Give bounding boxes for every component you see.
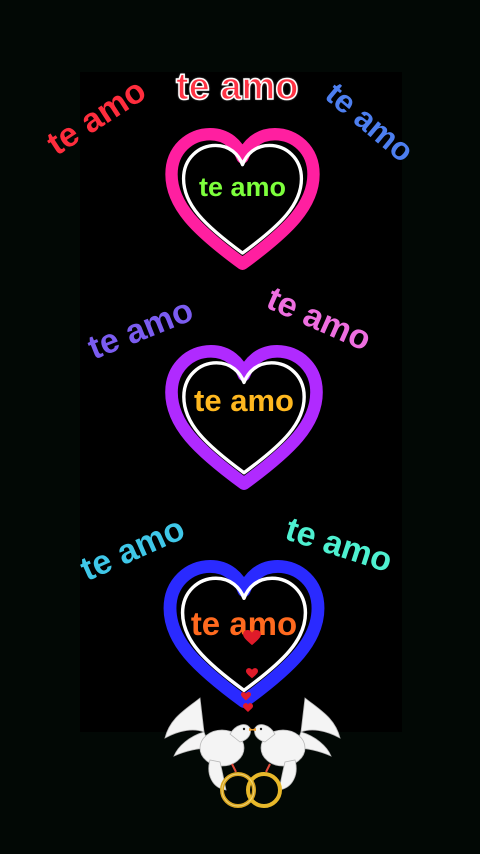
heart-2-label: te amo (194, 383, 294, 418)
small-heart-icon (246, 668, 258, 679)
neon-heart-1: te amo (165, 127, 320, 270)
small-heart-icon (243, 630, 261, 646)
kissing-doves-icon (164, 697, 341, 808)
neon-heart-2: te amo (165, 345, 323, 490)
heart-1-label: te amo (198, 172, 287, 202)
floating-text-2: te amo (175, 65, 299, 109)
